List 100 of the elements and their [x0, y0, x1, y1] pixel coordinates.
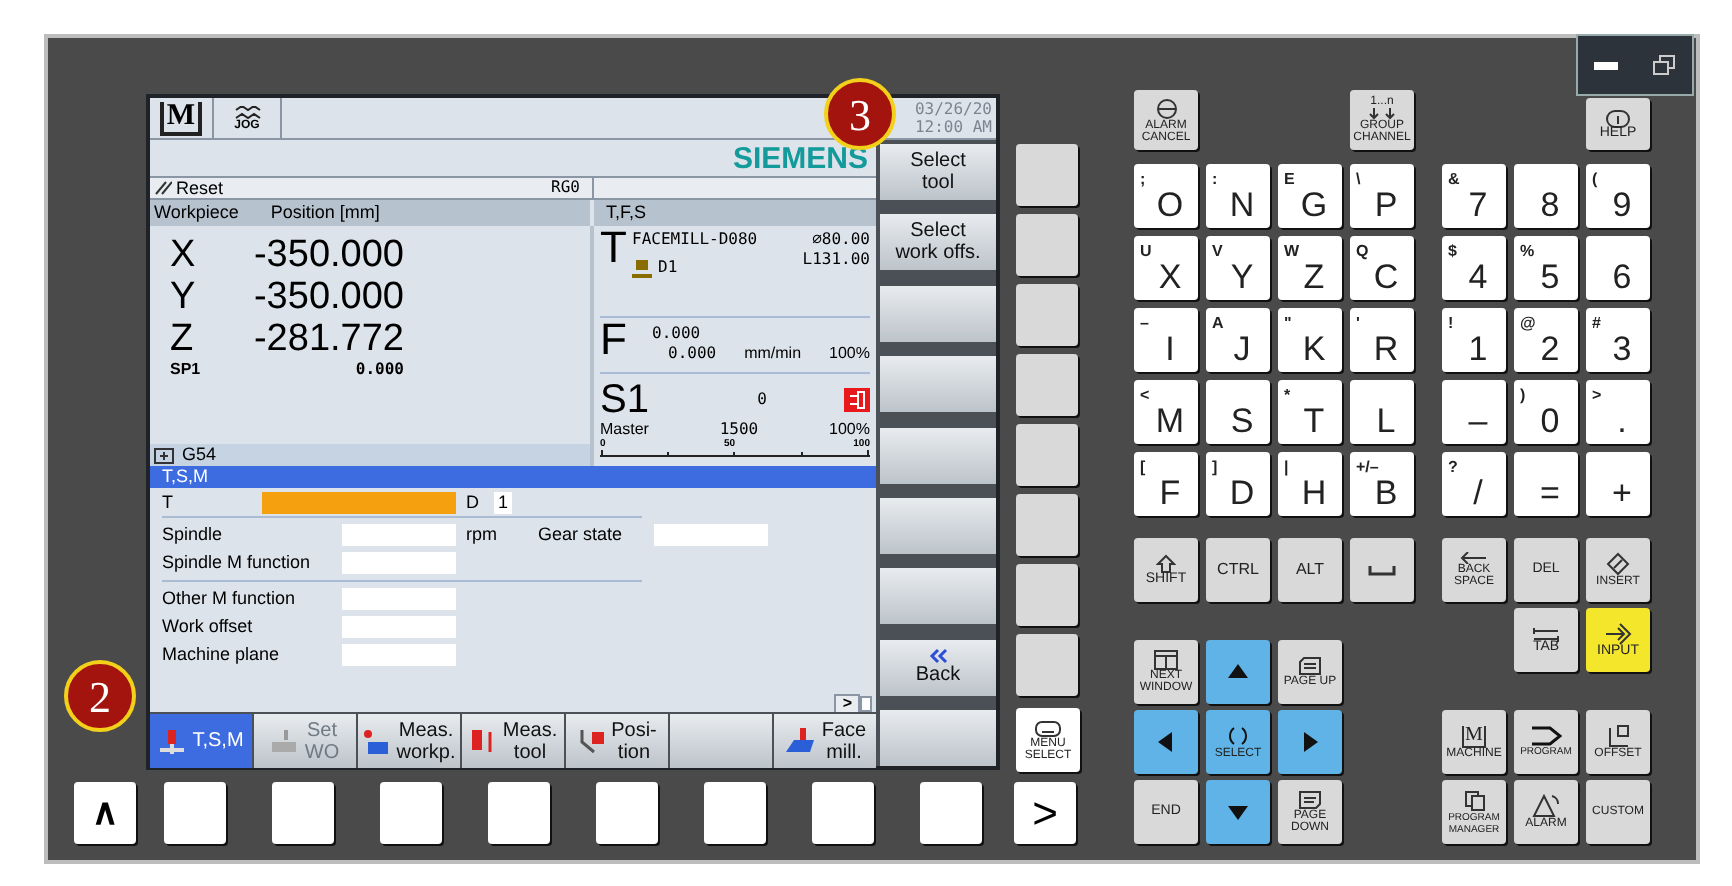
tool-diameter: ⌀80.00 [812, 230, 870, 250]
feed-letter: F [600, 318, 629, 368]
softkey[interactable]: Back [880, 639, 996, 696]
key-button[interactable]: | H [1278, 452, 1342, 516]
arrow-up-icon [1226, 660, 1250, 684]
key-button[interactable]: S [1206, 380, 1270, 444]
key-button[interactable]: % 5 [1514, 236, 1578, 300]
axis-name: X [168, 234, 198, 276]
softkey[interactable] [880, 285, 996, 342]
input-field[interactable] [342, 616, 456, 638]
key-button[interactable]: + [1586, 452, 1650, 516]
key-button[interactable]: +/– B [1350, 452, 1414, 516]
page-icon [1298, 790, 1322, 810]
key-button[interactable]: CTRL [1206, 538, 1270, 602]
softkey[interactable]: Posi- tion [566, 714, 668, 768]
arrow-left-icon [1460, 552, 1488, 564]
key-button[interactable]: ) 0 [1514, 380, 1578, 444]
circle-minus-icon [1155, 97, 1177, 119]
key-button[interactable]: ; O [1134, 164, 1198, 228]
key-button[interactable] [1278, 710, 1342, 774]
key-button[interactable] [1206, 640, 1270, 704]
feed-unit: mm/min [744, 344, 802, 364]
key-button[interactable]: V Y [1206, 236, 1270, 300]
key-button[interactable]: ∧ [74, 782, 136, 844]
key-button[interactable]: @ 2 [1514, 308, 1578, 372]
key-button[interactable]: L [1350, 380, 1414, 444]
axes-icon [1604, 724, 1632, 748]
key-button[interactable]: [ F [1134, 452, 1198, 516]
spindle-letter: S1 [600, 380, 651, 420]
triangle-icon [1532, 794, 1560, 818]
time-text: 12:00 AM [914, 118, 992, 136]
softkey[interactable] [880, 356, 996, 413]
key-button[interactable]: 6 [1586, 236, 1650, 300]
face-mill-icon [783, 727, 816, 755]
key-button[interactable]: > . [1586, 380, 1650, 444]
tool-probe-icon [468, 727, 497, 755]
field-label: Gear state [538, 524, 625, 546]
position-tool-icon [577, 727, 606, 755]
softkey[interactable] [880, 497, 996, 554]
key-button[interactable]: Q C [1350, 236, 1414, 300]
hatch-icon [154, 180, 172, 196]
feed-setpoint: 0.000 [650, 324, 703, 344]
softkey[interactable]: Face mill. [774, 714, 876, 768]
input-field[interactable] [342, 644, 456, 666]
key-button[interactable]: # 3 [1586, 308, 1650, 372]
input-field[interactable] [342, 588, 456, 610]
softkey[interactable]: Select tool [880, 144, 996, 200]
date-text: 03/26/20 [914, 100, 992, 118]
shift-arrow-icon [1156, 554, 1176, 574]
softkey[interactable] [880, 427, 996, 483]
field-label: Work offset [162, 616, 255, 638]
key-button[interactable]: " K [1278, 308, 1342, 372]
softkey[interactable]: Meas. tool [462, 714, 564, 768]
key-button[interactable] [1206, 780, 1270, 844]
input-field[interactable]: 1 [494, 491, 513, 513]
field-label: Machine plane [162, 644, 282, 666]
softkey[interactable]: Select work offs. [880, 214, 996, 271]
pages-icon [1463, 789, 1485, 811]
input-field[interactable] [654, 524, 768, 546]
key-button[interactable]: \ P [1350, 164, 1414, 228]
key-button[interactable]: : N [1206, 164, 1270, 228]
key-button[interactable]: – [1442, 380, 1506, 444]
key-button[interactable]: < M [1134, 380, 1198, 444]
key-button[interactable]: = [1514, 452, 1578, 516]
axis-position: -350.000 [251, 234, 404, 276]
feed-override: 100% [829, 344, 870, 364]
program-name: RG0 [551, 178, 580, 198]
key-button[interactable]: E G [1278, 164, 1342, 228]
tool-name: FACEMILL-D080 [632, 230, 758, 250]
restore-icon [1651, 53, 1676, 77]
key-button[interactable]: U X [1134, 236, 1198, 300]
softkey[interactable]: Meas. workp. [358, 714, 460, 768]
spindle-setpoint: 1500 [719, 420, 759, 438]
key-button[interactable]: $ 4 [1442, 236, 1506, 300]
input-field[interactable] [262, 491, 456, 513]
axis-position: -281.772 [251, 318, 404, 360]
key-button[interactable] [1350, 538, 1414, 602]
workpiece-probe-icon [362, 727, 391, 755]
key-button[interactable]: ( 9 [1586, 164, 1650, 228]
softkey[interactable] [880, 710, 996, 766]
input-field[interactable] [342, 524, 456, 546]
key-button[interactable] [1134, 710, 1198, 774]
key-button[interactable]: 8 [1514, 164, 1578, 228]
key-button[interactable]: ALT [1278, 538, 1342, 602]
key-button[interactable]: * T [1278, 380, 1342, 444]
softkey[interactable] [880, 568, 996, 625]
key-button[interactable]: ? / [1442, 452, 1506, 516]
key-button[interactable]: – I [1134, 308, 1198, 372]
softkey[interactable]: T,S,M [150, 714, 252, 768]
key-button[interactable]: W Z [1278, 236, 1342, 300]
softkey[interactable] [670, 714, 772, 768]
key-button[interactable]: ! 1 [1442, 308, 1506, 372]
key-button[interactable]: ' R [1350, 308, 1414, 372]
key-button[interactable]: > [1014, 782, 1076, 844]
page-icon [1298, 656, 1322, 676]
key-button[interactable]: & 7 [1442, 164, 1506, 228]
key-button[interactable]: A J [1206, 308, 1270, 372]
input-field[interactable] [342, 552, 456, 574]
key-button[interactable]: ] D [1206, 452, 1270, 516]
machine-mode-icon[interactable]: M [160, 101, 202, 135]
